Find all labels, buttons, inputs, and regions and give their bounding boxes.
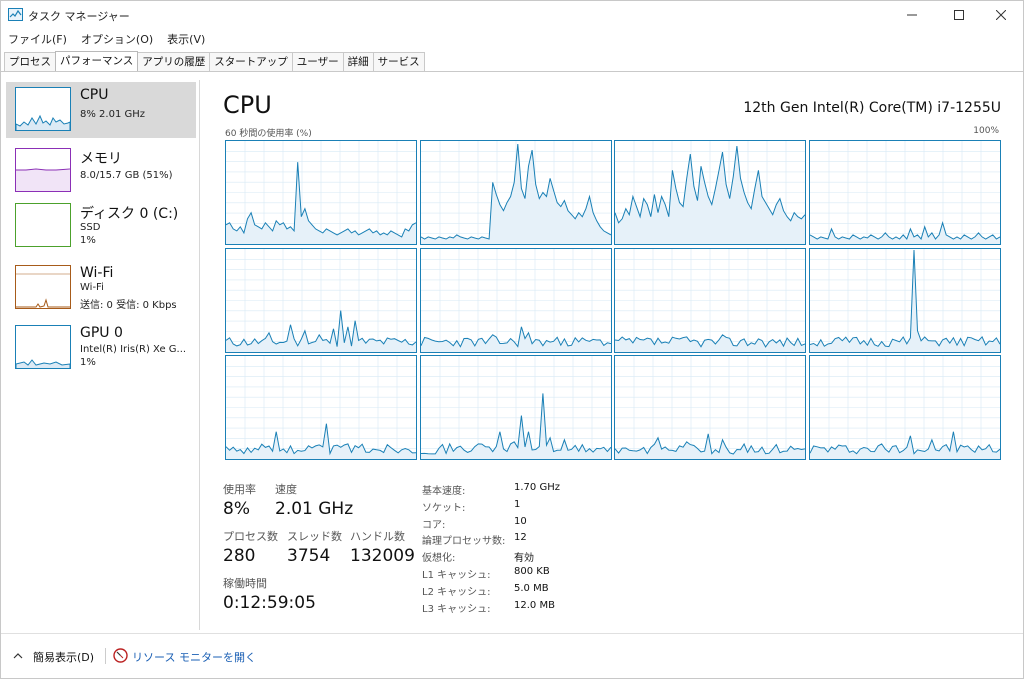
graph-axis-label: 60 秒間の使用率 (%) bbox=[225, 129, 312, 139]
tab-strip: プロセス パフォーマンス アプリの履歴 スタートアップ ユーザー 詳細 サービス bbox=[4, 51, 425, 71]
uptime-label: 稼働時間 bbox=[223, 577, 267, 590]
cpu-core-graph bbox=[225, 247, 417, 353]
sidebar-wifi-title: Wi-Fi bbox=[80, 265, 114, 281]
spec-key-l1-cache: L1 キャッシュ: bbox=[422, 570, 491, 581]
tab-performance[interactable]: パフォーマンス bbox=[55, 51, 139, 71]
tab-app-history[interactable]: アプリの履歴 bbox=[137, 52, 211, 71]
spec-value-cores: 10 bbox=[514, 516, 527, 527]
cpu-core-graph bbox=[419, 247, 612, 353]
footer: 簡易表示(D) リソース モニターを開く bbox=[1, 641, 1023, 671]
resource-sidebar: CPU 8% 2.01 GHz メモリ 8.0/15.7 GB (51%) ディ… bbox=[1, 72, 200, 632]
sidebar-disk-usage: 1% bbox=[80, 235, 96, 246]
tab-details[interactable]: 詳細 bbox=[342, 52, 374, 71]
sidebar-wifi-throughput: 送信: 0 受信: 0 Kbps bbox=[80, 300, 177, 311]
tab-processes[interactable]: プロセス bbox=[4, 52, 56, 71]
cpu-core-graph bbox=[419, 140, 612, 245]
open-resource-monitor-link[interactable]: リソース モニターを開く bbox=[132, 649, 256, 665]
sidebar-divider bbox=[199, 80, 200, 630]
sidebar-item-wifi[interactable]: Wi-Fi Wi-Fi 送信: 0 受信: 0 Kbps bbox=[6, 260, 196, 316]
spec-value-sockets: 1 bbox=[514, 499, 521, 510]
spec-value-virtualization: 有効 bbox=[514, 553, 534, 564]
spec-key-virtualization: 仮想化: bbox=[422, 553, 456, 564]
sidebar-gpu-name: Intel(R) Iris(R) Xe G... bbox=[80, 344, 187, 355]
sidebar-cpu-title: CPU bbox=[80, 87, 109, 103]
spec-key-base-speed: 基本速度: bbox=[422, 486, 466, 497]
usage-value: 8% bbox=[223, 499, 250, 519]
cpu-core-graph bbox=[614, 355, 806, 460]
menu-options[interactable]: オプション(O) bbox=[74, 29, 160, 49]
menu-view[interactable]: 表示(V) bbox=[160, 29, 212, 49]
maximize-icon bbox=[953, 10, 964, 20]
sidebar-item-gpu[interactable]: GPU 0 Intel(R) Iris(R) Xe G... 1% bbox=[6, 320, 196, 376]
cpu-core-graph bbox=[225, 355, 417, 460]
sidebar-item-disk[interactable]: ディスク 0 (C:) SSD 1% bbox=[6, 198, 196, 254]
spec-value-base-speed: 1.70 GHz bbox=[514, 482, 560, 493]
cpu-thumbnail-graph bbox=[15, 87, 71, 131]
threads-label: スレッド数 bbox=[287, 530, 342, 543]
resource-monitor-icon bbox=[113, 648, 128, 663]
title-bar: タスク マネージャー bbox=[1, 1, 1023, 29]
sidebar-item-cpu[interactable]: CPU 8% 2.01 GHz bbox=[6, 82, 196, 138]
spec-value-l3-cache: 12.0 MB bbox=[514, 600, 555, 611]
disk-thumbnail-graph bbox=[15, 203, 71, 247]
handles-value: 132009 bbox=[350, 546, 415, 566]
minimize-button[interactable] bbox=[889, 1, 934, 29]
uptime-value: 0:12:59:05 bbox=[223, 593, 316, 613]
cpu-core-graph bbox=[808, 355, 1001, 460]
sidebar-disk-title: ディスク 0 (C:) bbox=[80, 206, 179, 222]
menu-file[interactable]: ファイル(F) bbox=[1, 29, 74, 49]
tab-startup[interactable]: スタートアップ bbox=[209, 52, 293, 71]
cpu-core-graph bbox=[808, 140, 1001, 245]
maximize-button[interactable] bbox=[936, 1, 981, 29]
spec-key-l2-cache: L2 キャッシュ: bbox=[422, 587, 491, 598]
close-button[interactable] bbox=[978, 1, 1023, 29]
window-title: タスク マネージャー bbox=[28, 10, 130, 23]
handles-label: ハンドル数 bbox=[350, 530, 405, 543]
spec-key-l3-cache: L3 キャッシュ: bbox=[422, 604, 491, 615]
speed-value: 2.01 GHz bbox=[275, 499, 354, 519]
sidebar-memory-title: メモリ bbox=[80, 151, 122, 167]
processes-label: プロセス数 bbox=[223, 530, 278, 543]
processes-value: 280 bbox=[223, 546, 256, 566]
sidebar-wifi-adapter: Wi-Fi bbox=[80, 282, 104, 293]
spec-key-cores: コア: bbox=[422, 520, 446, 531]
sidebar-item-memory[interactable]: メモリ 8.0/15.7 GB (51%) bbox=[6, 143, 196, 199]
spec-value-l2-cache: 5.0 MB bbox=[514, 583, 549, 594]
cpu-core-graph bbox=[225, 140, 417, 245]
graph-max-label: 100% bbox=[973, 126, 999, 136]
speed-label: 速度 bbox=[275, 483, 297, 496]
page-title: CPU bbox=[223, 91, 272, 119]
tab-users[interactable]: ユーザー bbox=[291, 52, 344, 71]
sidebar-gpu-title: GPU 0 bbox=[80, 325, 123, 341]
cpu-core-graph bbox=[614, 140, 806, 245]
sidebar-cpu-usage: 8% 2.01 GHz bbox=[80, 109, 146, 120]
cpu-core-graph bbox=[614, 247, 806, 353]
task-manager-app-icon bbox=[8, 8, 23, 21]
close-icon bbox=[995, 10, 1006, 20]
cpu-core-graph bbox=[419, 355, 612, 460]
spec-key-logical-processors: 論理プロセッサ数: bbox=[422, 536, 506, 547]
threads-value: 3754 bbox=[287, 546, 331, 566]
less-details-button[interactable]: 簡易表示(D) bbox=[33, 649, 94, 665]
sidebar-gpu-usage: 1% bbox=[80, 357, 96, 368]
spec-key-sockets: ソケット: bbox=[422, 503, 466, 514]
minimize-icon bbox=[906, 14, 917, 16]
menu-bar: ファイル(F) オプション(O) 表示(V) bbox=[1, 29, 212, 49]
chevron-up-icon[interactable] bbox=[13, 652, 23, 659]
footer-divider bbox=[1, 633, 1023, 634]
memory-thumbnail-graph bbox=[15, 148, 71, 192]
cpu-model-name: 12th Gen Intel(R) Core(TM) i7-1255U bbox=[743, 100, 1001, 116]
footer-separator bbox=[105, 648, 106, 664]
spec-value-l1-cache: 800 KB bbox=[514, 566, 550, 577]
sidebar-disk-type: SSD bbox=[80, 222, 101, 233]
tab-services[interactable]: サービス bbox=[372, 52, 425, 71]
usage-label: 使用率 bbox=[223, 483, 256, 496]
gpu-thumbnail-graph bbox=[15, 325, 71, 369]
spec-value-logical-processors: 12 bbox=[514, 532, 527, 543]
sidebar-memory-usage: 8.0/15.7 GB (51%) bbox=[80, 170, 173, 181]
task-manager-window: タスク マネージャー ファイル(F) オプション(O) 表示(V) プロセス パ… bbox=[0, 0, 1024, 679]
cpu-core-graph bbox=[808, 247, 1001, 353]
wifi-thumbnail-graph bbox=[15, 265, 71, 309]
